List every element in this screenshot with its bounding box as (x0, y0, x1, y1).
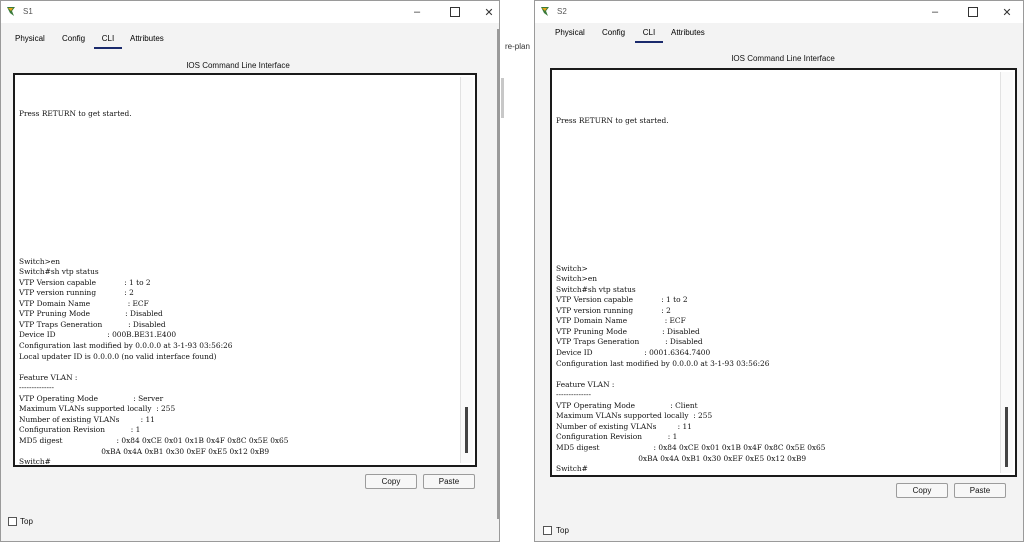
close-icon[interactable]: ✕ (472, 1, 499, 23)
panel-title: IOS Command Line Interface (186, 61, 290, 70)
tab-cli[interactable]: CLI (635, 25, 663, 43)
packet-tracer-icon (541, 7, 549, 16)
tab-physical[interactable]: Physical (553, 25, 587, 43)
cli-scrollbar[interactable] (460, 77, 473, 463)
maximize-icon[interactable] (956, 1, 990, 23)
paste-button[interactable]: Paste (423, 474, 475, 489)
window-scrollbar[interactable] (497, 29, 499, 519)
background-partial-text: re-plan (505, 42, 530, 51)
cli-terminal[interactable]: Press RETURN to get started. Switch> Swi… (550, 68, 1017, 477)
cli-scroll-thumb[interactable] (465, 407, 468, 453)
copy-button[interactable]: Copy (365, 474, 417, 489)
top-label: Top (20, 517, 33, 526)
close-icon[interactable]: ✕ (990, 1, 1023, 23)
minimize-icon[interactable]: – (400, 1, 434, 23)
tab-config[interactable]: Config (60, 31, 87, 49)
title-bar[interactable]: S1 – ✕ (1, 1, 499, 23)
copy-button[interactable]: Copy (896, 483, 948, 498)
switch-s2-window: S2 – ✕ Physical Config CLI Attributes IO… (534, 0, 1024, 542)
title-bar[interactable]: S2 – ✕ (535, 1, 1023, 23)
paste-button[interactable]: Paste (954, 483, 1006, 498)
window-title: S2 (557, 7, 567, 16)
tab-physical[interactable]: Physical (13, 31, 47, 49)
top-label: Top (556, 526, 569, 535)
tab-attributes[interactable]: Attributes (128, 31, 166, 49)
window-title: S1 (23, 7, 33, 16)
top-checkbox[interactable] (543, 526, 552, 535)
top-checkbox[interactable] (8, 517, 17, 526)
tab-attributes[interactable]: Attributes (669, 25, 707, 43)
maximize-icon[interactable] (438, 1, 472, 23)
tab-config[interactable]: Config (600, 25, 627, 43)
switch-s1-window: S1 – ✕ Physical Config CLI Attributes IO… (0, 0, 500, 542)
minimize-icon[interactable]: – (918, 1, 952, 23)
panel-title: IOS Command Line Interface (731, 54, 835, 63)
cli-output: Press RETURN to get started. Switch> Swi… (556, 116, 826, 474)
cli-terminal[interactable]: Press RETURN to get started. Switch>en S… (13, 73, 477, 467)
cli-scrollbar[interactable] (1000, 72, 1013, 473)
packet-tracer-icon (7, 7, 15, 16)
tab-cli[interactable]: CLI (94, 31, 122, 49)
background-window (498, 0, 539, 542)
cli-scroll-thumb[interactable] (1005, 407, 1008, 467)
cli-output: Press RETURN to get started. Switch>en S… (19, 109, 289, 467)
background-scrollbar[interactable] (501, 78, 504, 118)
